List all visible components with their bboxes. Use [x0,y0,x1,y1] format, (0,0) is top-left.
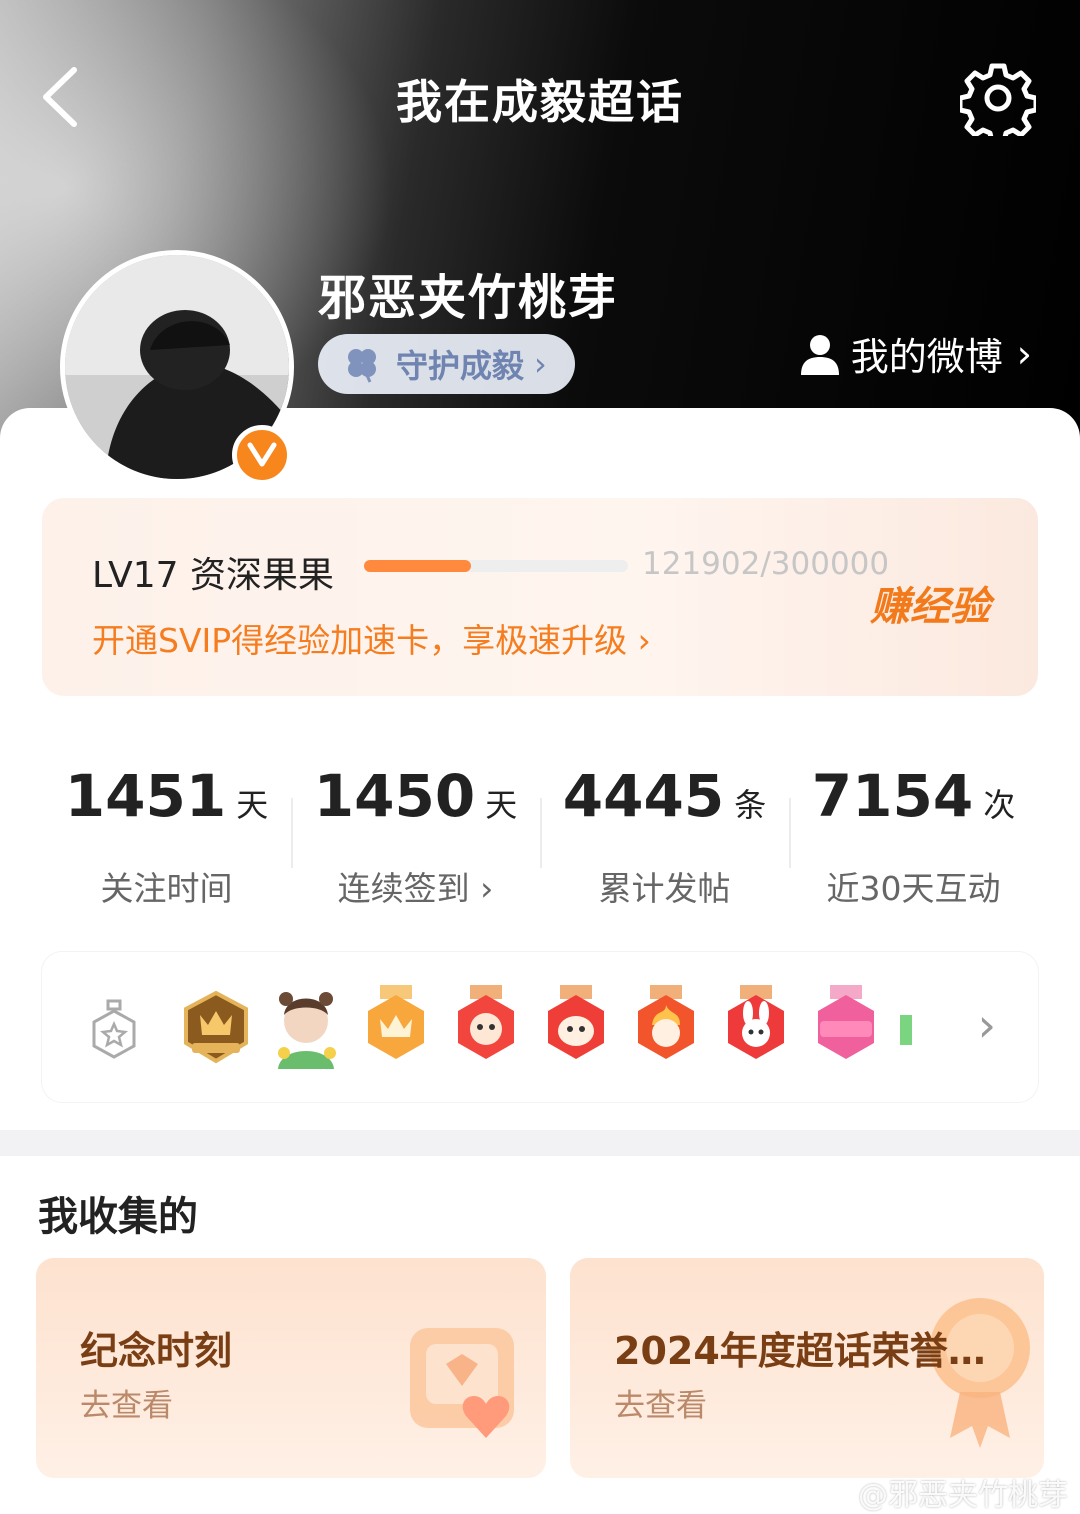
collection-section: 我收集的 纪念时刻 去查看 2024年度超话荣誉… 去查看 [0,1156,1080,1514]
chevron-right-icon: › [534,345,547,383]
collection-card-honor[interactable]: 2024年度超话荣誉… 去查看 [570,1258,1044,1478]
watermark: @邪恶夹竹桃芽 [858,1478,1068,1513]
chevron-right-icon: › [1016,331,1032,376]
section-title: 我收集的 [38,1194,198,1240]
chevron-right-icon[interactable]: › [978,998,996,1052]
dragon-badge [458,985,514,1059]
level-title: LV17 资深果果 [92,555,334,596]
lv17-badge [818,985,874,1059]
star-medal-icon [92,999,136,1059]
stat-number: 7154 [811,762,974,830]
level-progress-bar [364,560,628,572]
svip-link[interactable]: 开通SVIP得经验加速卡，享极速升级 › [92,614,651,662]
flame-dragon-badge [638,985,694,1059]
my-weibo-link[interactable]: 我的微博 › [799,326,1032,381]
clover-icon [348,349,376,383]
stat-number: 4445 [562,762,725,830]
earn-exp-button[interactable]: 赚经验 [870,574,990,632]
stat-checkin[interactable]: 1450 天 连续签到 › [291,726,540,928]
level-progress-fill [364,560,472,572]
v-badge-icon [232,425,292,485]
super-crown-badge [184,990,248,1064]
guard-button[interactable]: 守护成毅 › [318,334,575,394]
level-progress-text: 121902/300000 [642,546,890,582]
stat-unit: 条 [734,786,767,824]
stat-label: 连续签到 › [337,869,494,908]
username: 邪恶夹竹桃芽 [318,270,619,326]
rabbit-badge [728,985,784,1059]
card-subtitle: 去查看 [80,1388,173,1424]
stat-number: 1451 [64,762,227,830]
gear-icon[interactable] [960,60,1036,136]
stat-label: 近30天互动 [826,869,1001,908]
stat-unit: 天 [485,786,518,824]
stat-unit: 天 [236,786,269,824]
guard-label: 守护成毅 [396,347,525,385]
avatar-badge [278,992,336,1069]
calendar-heart-icon [410,1328,514,1438]
crown-badge [368,985,424,1059]
stat-interactions: 7154 次 近30天互动 [789,726,1038,928]
card-title: 纪念时刻 [80,1329,233,1373]
my-weibo-label: 我的微博 [850,335,1003,379]
stat-unit: 次 [983,786,1016,824]
stat-label: 关注时间 [100,869,233,908]
stat-follow-time: 1451 天 关注时间 [42,726,291,928]
stat-label: 累计发帖 [598,869,731,908]
page-title: 我在成毅超话 [396,75,684,129]
badge-strip[interactable]: › [42,952,1038,1102]
collection-card-memorial[interactable]: 纪念时刻 去查看 [36,1258,546,1478]
stat-posts: 4445 条 累计发帖 [540,726,789,928]
stats-row: 1451 天 关注时间 1450 天 连续签到 › 4445 条 累计发帖 7154 次… [42,726,1038,928]
stat-number: 1450 [313,762,476,830]
card-subtitle: 去查看 [614,1388,707,1424]
partial-badge [900,1015,912,1045]
dragon-badge-2 [548,985,604,1059]
card-title: 2024年度超话荣誉… [614,1329,986,1373]
level-box: LV17 资深果果 121902/300000 赚经验 开通SVIP得经验加速卡… [42,498,1038,696]
person-icon [800,334,839,375]
